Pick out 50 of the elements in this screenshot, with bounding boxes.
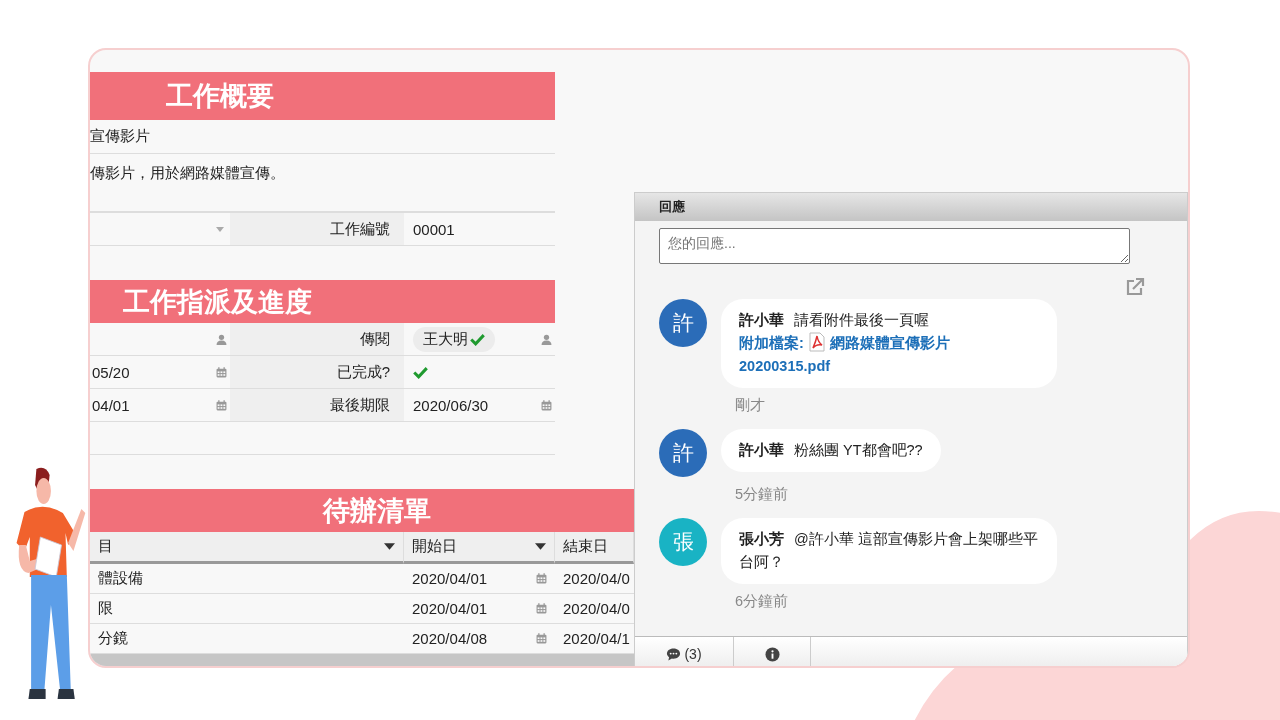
caret-icon[interactable] [535,543,546,550]
comment-icon [666,646,682,662]
calendar-icon [536,633,547,644]
comments-tab[interactable]: (3) [635,637,734,666]
person-icon [216,333,227,345]
calendar-icon [541,399,552,411]
calendar-icon [216,366,227,378]
subject-text: 宣傳影片 [90,120,555,154]
calendar-icon [536,573,547,584]
avatar: 許 [659,429,707,477]
field-label: 傳閱 [230,323,404,356]
date-text: 2020/06/30 [413,396,489,414]
reply-field[interactable]: 您的回應... [659,228,1130,264]
section-header: 工作概要 [90,72,555,120]
section-header: 工作指派及進度 [90,280,555,323]
date-text: 05/20 [92,363,130,381]
scrollbar[interactable] [90,654,634,666]
column-header[interactable]: 目 [90,532,404,564]
attachment-link[interactable]: 附加檔案: 網路媒體宣傳影片 20200315.pdf [739,332,1039,378]
table-cell: 2020/04/01 [404,564,555,594]
external-link-icon[interactable] [1125,277,1145,297]
caret-icon [216,226,224,232]
section-header: 待辦清單 [90,489,634,532]
column-header[interactable]: 開始日 [404,532,555,564]
timestamp: 剛才 [735,396,766,415]
field-value: 00001 [404,213,555,246]
avatar: 許 [659,299,707,347]
calendar-icon [536,603,547,614]
caret-icon[interactable] [384,543,395,550]
date-text: 04/01 [92,396,130,414]
table-cell: 體設備 [90,564,404,594]
description-text: 傳影片，用於網路媒體宣傳。 [90,154,555,212]
timestamp: 5分鐘前 [735,485,790,504]
field-label: 最後期限 [230,389,404,422]
avatar: 張 [659,518,707,566]
field-label: 已完成? [230,356,404,389]
timestamp: 6分鐘前 [735,592,790,611]
column-header[interactable]: 結束日 [555,532,634,564]
user-chip[interactable]: 王大明 [413,326,495,352]
pdf-icon [807,332,826,352]
panel-title: 回應 [635,193,1187,221]
message-text: 許小華 粉絲團 YT都會吧?? [739,441,923,460]
message-text: 張小芳 @許小華 這部宣傳影片會上架哪些平台阿？ [739,530,1039,572]
info-icon [764,646,780,662]
message-text: 許小華 請看附件最後一頁喔 [739,311,930,330]
table-cell: 2020/04/01 [404,594,555,624]
calendar-icon [216,399,227,411]
person-icon [541,333,552,345]
table-cell: 限 [90,594,404,624]
field-label: 工作編號 [230,213,404,246]
